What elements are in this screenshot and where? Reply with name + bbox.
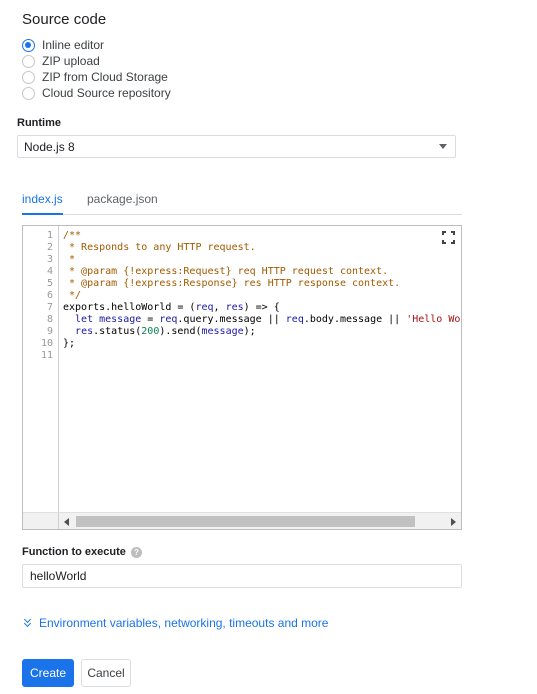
code-area[interactable]: /** * Responds to any HTTP request. * * … bbox=[59, 226, 461, 514]
code-line[interactable]: * @param {!express:Response} res HTTP re… bbox=[63, 278, 461, 290]
radio-label: Cloud Source repository bbox=[42, 86, 171, 100]
line-number: 3 bbox=[46, 254, 53, 265]
code-token: 'Hello Wor bbox=[406, 314, 461, 325]
code-line[interactable] bbox=[63, 350, 461, 362]
radio-label: Inline editor bbox=[42, 38, 105, 52]
runtime-select[interactable]: Node.js 8 bbox=[17, 135, 456, 158]
code-token: * @param {!express:Response} res HTTP re… bbox=[63, 278, 401, 289]
runtime-label: Runtime bbox=[17, 117, 61, 129]
code-token: * @param {!express:Request} req HTTP req… bbox=[63, 266, 389, 277]
tab-package-json[interactable]: package.json bbox=[87, 192, 158, 215]
line-number: 7 bbox=[46, 302, 53, 313]
line-number: 10 bbox=[40, 338, 53, 349]
code-line[interactable]: */ bbox=[63, 290, 461, 302]
radio-label: ZIP from Cloud Storage bbox=[42, 70, 168, 84]
code-token: /** bbox=[63, 230, 82, 241]
code-token: req bbox=[159, 314, 178, 325]
create-button[interactable]: Create bbox=[22, 659, 74, 687]
editor-tabs: index.js package.json bbox=[22, 188, 462, 215]
code-token: , bbox=[213, 302, 226, 313]
code-token: }; bbox=[63, 338, 76, 349]
code-line[interactable]: res.status(200).send(message); bbox=[63, 326, 461, 338]
source-code-options: Inline editor ZIP upload ZIP from Cloud … bbox=[22, 37, 171, 101]
code-line[interactable]: /** bbox=[63, 230, 461, 242]
function-name-input[interactable] bbox=[22, 564, 462, 588]
code-token: message bbox=[99, 314, 142, 325]
more-link-text: Environment variables, networking, timeo… bbox=[39, 616, 329, 630]
function-label-text: Function to execute bbox=[22, 546, 126, 558]
scrollbar-thumb[interactable] bbox=[76, 516, 415, 527]
cancel-button[interactable]: Cancel bbox=[81, 659, 131, 687]
code-line[interactable]: * @param {!express:Request} req HTTP req… bbox=[63, 266, 461, 278]
radio-cloud-source-repo[interactable]: Cloud Source repository bbox=[22, 85, 171, 101]
environment-variables-link[interactable]: Environment variables, networking, timeo… bbox=[23, 615, 329, 630]
code-token: */ bbox=[63, 290, 82, 301]
line-number: 2 bbox=[46, 242, 53, 253]
dropdown-arrow-icon bbox=[439, 144, 447, 149]
code-line[interactable]: * bbox=[63, 254, 461, 266]
radio-label: ZIP upload bbox=[42, 54, 100, 68]
code-token: exports.helloWorld = ( bbox=[63, 302, 196, 313]
code-token: message bbox=[201, 326, 244, 337]
code-line[interactable]: }; bbox=[63, 338, 461, 350]
radio-zip-upload[interactable]: ZIP upload bbox=[22, 53, 171, 69]
radio-zip-cloud-storage[interactable]: ZIP from Cloud Storage bbox=[22, 69, 171, 85]
line-number: 8 bbox=[46, 314, 53, 325]
code-token: ) => { bbox=[243, 302, 280, 313]
line-number: 4 bbox=[46, 266, 53, 277]
runtime-selected-value: Node.js 8 bbox=[24, 139, 75, 154]
code-token: ).send( bbox=[159, 326, 202, 337]
tab-index-js[interactable]: index.js bbox=[22, 192, 63, 215]
code-token: res bbox=[225, 302, 244, 313]
code-line[interactable]: exports.helloWorld = (req, res) => { bbox=[63, 302, 461, 314]
code-token: req bbox=[285, 314, 304, 325]
code-token: .body.message || bbox=[303, 314, 407, 325]
radio-button[interactable] bbox=[22, 86, 35, 100]
code-token: = bbox=[141, 314, 160, 325]
code-token: res bbox=[75, 326, 94, 337]
line-number: 6 bbox=[46, 290, 53, 301]
code-line[interactable]: * Responds to any HTTP request. bbox=[63, 242, 461, 254]
scrollbar-corner bbox=[23, 512, 59, 529]
code-token: ); bbox=[243, 326, 256, 337]
radio-button[interactable] bbox=[22, 38, 35, 52]
scroll-right-arrow-icon[interactable] bbox=[451, 518, 456, 526]
code-token: 200 bbox=[141, 326, 160, 337]
radio-button[interactable] bbox=[22, 70, 35, 84]
code-token: req bbox=[195, 302, 214, 313]
line-number: 5 bbox=[46, 278, 53, 289]
code-token: let bbox=[63, 314, 100, 325]
code-token: * bbox=[63, 254, 76, 265]
code-token: .status( bbox=[93, 326, 142, 337]
line-number: 11 bbox=[40, 350, 53, 361]
help-icon[interactable]: ? bbox=[130, 546, 142, 558]
code-token: * Responds to any HTTP request. bbox=[63, 242, 256, 253]
radio-inline-editor[interactable]: Inline editor bbox=[22, 37, 171, 53]
code-line[interactable]: let message = req.query.message || req.b… bbox=[63, 314, 461, 326]
radio-button[interactable] bbox=[22, 54, 35, 68]
code-token: .query.message || bbox=[177, 314, 286, 325]
line-number: 9 bbox=[46, 326, 53, 337]
function-to-execute-label: Function to execute ? bbox=[22, 546, 142, 558]
scroll-left-arrow-icon[interactable] bbox=[64, 518, 69, 526]
horizontal-scrollbar[interactable] bbox=[59, 512, 461, 529]
code-editor[interactable]: 1 2 3 4 5 6 7 8 9 10 11 /** * Responds to any HTTP… bbox=[22, 225, 462, 530]
line-number: 1 bbox=[46, 230, 53, 241]
double-chevron-down-icon bbox=[23, 615, 32, 629]
fullscreen-icon[interactable] bbox=[442, 231, 455, 244]
line-number-gutter: 1 2 3 4 5 6 7 8 9 10 11 bbox=[23, 226, 59, 514]
source-code-title: Source code bbox=[22, 11, 107, 28]
